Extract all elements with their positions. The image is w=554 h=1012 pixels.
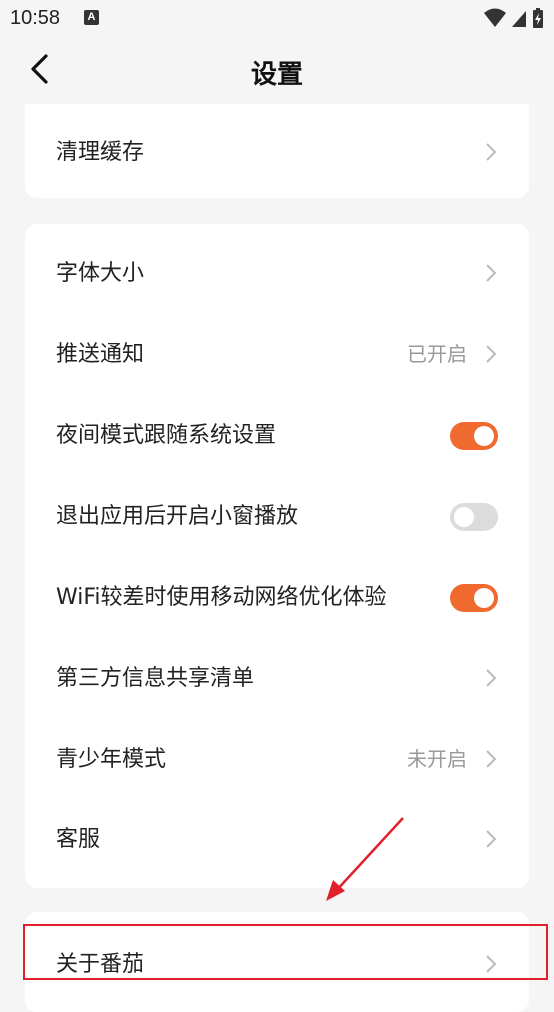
settings-row-label: 推送通知 <box>56 342 145 367</box>
chevron-right-icon <box>486 143 497 161</box>
toggle-knob <box>474 588 494 608</box>
settings-row-label: 青少年模式 <box>56 747 167 772</box>
page-title: 设置 <box>250 60 303 90</box>
chevron-right-icon <box>486 830 497 848</box>
wifi-icon <box>483 8 506 27</box>
chevron-right-icon <box>486 345 497 363</box>
settings-row-label: 清理缓存 <box>56 140 145 165</box>
signal-icon <box>511 11 526 27</box>
settings-card-about: 关于番茄 <box>25 912 529 1012</box>
status-icons <box>483 8 544 28</box>
toggle-knob <box>454 507 474 527</box>
settings-row-value: 已开启 <box>407 342 467 366</box>
settings-row-third-party-sharing[interactable]: 第三方信息共享清单 <box>25 638 529 719</box>
settings-row-label: 关于番茄 <box>56 952 145 977</box>
settings-card-general: 字体大小 推送通知 已开启 夜间模式跟随系统设置 退出应用后开启小窗播放 WiF… <box>25 224 529 888</box>
toggle-knob <box>474 426 494 446</box>
night-mode-toggle[interactable] <box>450 422 498 450</box>
chevron-right-icon <box>486 955 497 973</box>
settings-row-clear-cache[interactable]: 清理缓存 <box>25 112 529 193</box>
settings-row-label: WiFi较差时使用移动网络优化体验 <box>56 585 387 610</box>
wifi-optimization-toggle[interactable] <box>450 584 498 612</box>
settings-row-teen-mode[interactable]: 青少年模式 未开启 <box>25 719 529 800</box>
floating-window-toggle[interactable] <box>450 503 498 531</box>
settings-row-label: 字体大小 <box>56 261 145 286</box>
settings-card-storage: 清理缓存 <box>25 104 529 198</box>
settings-row-label: 第三方信息共享清单 <box>56 666 255 691</box>
nav-bar: 设置 <box>0 38 554 106</box>
chevron-right-icon <box>486 750 497 768</box>
settings-row-font-size[interactable]: 字体大小 <box>25 233 529 314</box>
status-bar: 10:58 A <box>0 0 554 38</box>
chevron-right-icon <box>486 264 497 282</box>
settings-row-wifi-optimization: WiFi较差时使用移动网络优化体验 <box>25 557 529 638</box>
battery-icon <box>533 8 543 28</box>
settings-row-customer-service[interactable]: 客服 <box>25 799 529 880</box>
settings-row-floating-window: 退出应用后开启小窗播放 <box>25 476 529 557</box>
settings-row-night-mode: 夜间模式跟随系统设置 <box>25 395 529 476</box>
status-time: 10:58 <box>10 7 61 29</box>
settings-row-label: 退出应用后开启小窗播放 <box>56 504 299 529</box>
chevron-right-icon <box>486 669 497 687</box>
settings-row-push-notifications[interactable]: 推送通知 已开启 <box>25 314 529 395</box>
settings-row-value: 未开启 <box>407 747 467 771</box>
settings-row-label: 夜间模式跟随系统设置 <box>56 423 277 448</box>
settings-row-about[interactable]: 关于番茄 <box>25 924 529 1005</box>
notification-a-icon: A <box>84 10 99 25</box>
settings-row-label: 客服 <box>56 827 101 852</box>
